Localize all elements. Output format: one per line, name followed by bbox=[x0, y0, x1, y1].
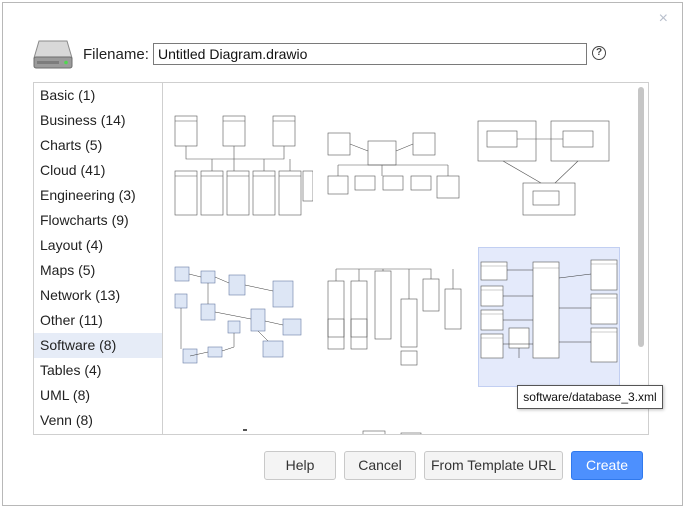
category-item-venn[interactable]: Venn (8) bbox=[34, 408, 162, 433]
category-item-network[interactable]: Network (13) bbox=[34, 283, 162, 308]
template-thumbnail[interactable] bbox=[173, 423, 313, 434]
template-thumbnail-selected[interactable] bbox=[478, 247, 620, 387]
partial-preview bbox=[243, 429, 247, 431]
category-item-cloud[interactable]: Cloud (41) bbox=[34, 158, 162, 183]
template-panel: Basic (1) Business (14) Charts (5) Cloud… bbox=[33, 82, 649, 435]
component-diagram-preview bbox=[477, 120, 610, 216]
tooltip: software/database_3.xml bbox=[517, 385, 663, 409]
category-item-other[interactable]: Other (11) bbox=[34, 308, 162, 333]
template-thumbnail[interactable] bbox=[323, 423, 463, 434]
scrollbar-thumb[interactable] bbox=[638, 87, 644, 347]
category-item-layout[interactable]: Layout (4) bbox=[34, 233, 162, 258]
template-thumbnail[interactable] bbox=[323, 111, 463, 221]
category-item-tables[interactable]: Tables (4) bbox=[34, 358, 162, 383]
category-item-maps[interactable]: Maps (5) bbox=[34, 258, 162, 283]
template-thumbnail[interactable] bbox=[473, 111, 613, 221]
category-list: Basic (1) Business (14) Charts (5) Cloud… bbox=[34, 83, 163, 434]
filename-input[interactable] bbox=[153, 43, 587, 65]
category-item-flowcharts[interactable]: Flowcharts (9) bbox=[34, 208, 162, 233]
help-button[interactable]: Help bbox=[264, 451, 336, 480]
category-item-basic[interactable]: Basic (1) bbox=[34, 83, 162, 108]
template-thumbnail[interactable] bbox=[173, 259, 313, 369]
cancel-button[interactable]: Cancel bbox=[344, 451, 416, 480]
template-thumbnail[interactable] bbox=[323, 259, 463, 369]
template-thumbnails bbox=[163, 83, 648, 434]
database-3-preview bbox=[480, 259, 618, 363]
category-item-software[interactable]: Software (8) bbox=[34, 333, 162, 358]
create-button[interactable]: Create bbox=[571, 451, 643, 480]
table-schema-preview bbox=[327, 268, 462, 366]
help-icon[interactable]: ? bbox=[592, 46, 606, 60]
hard-drive-icon bbox=[33, 40, 73, 69]
category-item-charts[interactable]: Charts (5) bbox=[34, 133, 162, 158]
category-item-uml[interactable]: UML (8) bbox=[34, 383, 162, 408]
partial-preview bbox=[362, 430, 422, 434]
close-icon[interactable]: × bbox=[659, 11, 668, 27]
database-diagram-preview bbox=[174, 266, 302, 364]
uml-class-preview bbox=[174, 115, 313, 216]
er-diagram-preview bbox=[327, 132, 460, 199]
category-item-business[interactable]: Business (14) bbox=[34, 108, 162, 133]
filename-label: Filename: bbox=[83, 46, 149, 63]
category-item-engineering[interactable]: Engineering (3) bbox=[34, 183, 162, 208]
from-template-url-button[interactable]: From Template URL bbox=[424, 451, 563, 480]
template-thumbnail[interactable] bbox=[173, 111, 313, 221]
